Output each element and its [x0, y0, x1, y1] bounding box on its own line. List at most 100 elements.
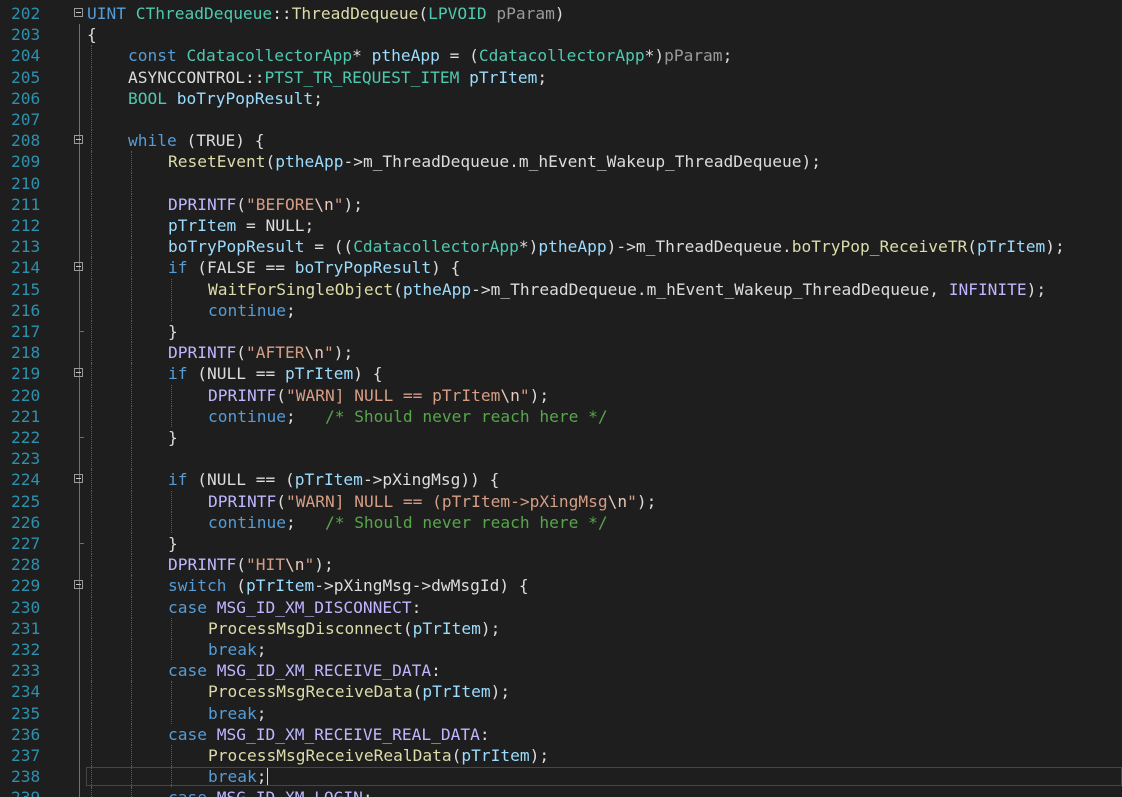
code-line[interactable]: 220 DPRINTF("WARN] NULL == pTrItem\n"); — [0, 384, 1122, 406]
code-line[interactable]: 203 { — [0, 24, 1122, 45]
code-token: " — [304, 555, 315, 575]
indent-guide — [131, 575, 132, 597]
code-line[interactable]: 208 while (TRUE) { — [0, 130, 1122, 152]
code-line[interactable]: 228 DPRINTF("HIT\n"); — [0, 554, 1122, 576]
line-number: 238 — [11, 767, 41, 787]
code-text[interactable]: ProcessMsgReceiveRealData(pTrItem); — [208, 745, 549, 766]
collapse-region-icon[interactable] — [74, 135, 83, 145]
code-line[interactable]: 226 continue; /* Should never reach here … — [0, 511, 1122, 533]
code-line[interactable]: 202 UINT CThreadDequeue::ThreadDequeue(LP… — [0, 3, 1122, 24]
code-text[interactable]: DPRINTF("HIT\n"); — [168, 554, 334, 575]
code-line[interactable]: 231 ProcessMsgDisconnect(pTrItem); — [0, 617, 1122, 639]
code-token: pParam — [664, 46, 723, 66]
code-token: "WARN] NULL == pTrItem — [285, 385, 501, 405]
code-line[interactable]: 222} — [0, 427, 1122, 449]
code-line[interactable]: 206 BOOL boTryPopResult; — [0, 87, 1122, 109]
code-text[interactable]: DPRINTF("AFTER\n"); — [168, 342, 353, 363]
code-text[interactable]: boTryPopResult = ((CdatacollectorApp*)pt… — [168, 236, 1065, 257]
code-text[interactable]: case MSG_ID_XM_DISCONNECT: — [168, 597, 421, 618]
code-line[interactable]: 229 switch (pTrItem->pXingMsg->dwMsgId) { — [0, 575, 1122, 597]
code-line[interactable]: 213 boTryPopResult = ((CdatacollectorApp*… — [0, 236, 1122, 258]
code-line[interactable]: 217} — [0, 321, 1122, 343]
code-line[interactable]: 216 continue; — [0, 299, 1122, 321]
code-text[interactable]: continue; /* Should never reach here */ — [208, 406, 608, 427]
code-text[interactable]: break; — [208, 703, 266, 724]
code-token: CdatacollectorApp — [478, 46, 645, 66]
code-line[interactable]: 237 ProcessMsgReceiveRealData(pTrItem); — [0, 745, 1122, 767]
indent-guide — [131, 257, 132, 279]
line-number: 214 — [11, 258, 41, 278]
collapse-region-icon[interactable] — [74, 368, 83, 378]
code-text[interactable]: UINT CThreadDequeue::ThreadDequeue(LPVOI… — [87, 3, 565, 24]
code-line[interactable]: 236 case MSG_ID_XM_RECEIVE_REAL_DATA: — [0, 723, 1122, 745]
code-line[interactable]: 211 DPRINTF("BEFORE\n"); — [0, 193, 1122, 215]
code-text[interactable]: DPRINTF("WARN] NULL == (pTrItem->pXingMs… — [208, 491, 656, 512]
code-token: ->m_ThreadDequeue.m_hEvent_Wakeup_Thread… — [343, 152, 821, 172]
code-text[interactable]: } — [168, 533, 178, 554]
line-number: 231 — [11, 618, 41, 638]
code-text[interactable]: break; — [208, 766, 266, 787]
code-line[interactable]: 221 continue; /* Should never reach here … — [0, 405, 1122, 427]
code-line[interactable]: 224 if (NULL == (pTrItem->pXingMsg)) { — [0, 469, 1122, 491]
code-text[interactable]: break; — [208, 639, 266, 660]
code-text[interactable]: while (TRUE) { — [128, 130, 264, 151]
code-text[interactable]: BOOL boTryPopResult; — [128, 88, 323, 109]
collapse-region-icon[interactable] — [74, 580, 83, 590]
code-text[interactable]: { — [87, 24, 97, 45]
code-line[interactable]: 215 WaitForSingleObject(ptheApp->m_Thread… — [0, 278, 1122, 300]
code-text[interactable]: DPRINTF("BEFORE\n"); — [168, 194, 363, 215]
code-line[interactable]: 210 — [0, 172, 1122, 194]
code-line[interactable]: 225 DPRINTF("WARN] NULL == (pTrItem->pXin… — [0, 490, 1122, 512]
code-line[interactable]: 214 if (FALSE == boTryPopResult) { — [0, 257, 1122, 279]
code-line[interactable]: 218 DPRINTF("AFTER\n"); — [0, 342, 1122, 364]
code-line[interactable]: 205 ASYNCCONTROL::PTST_TR_REQUEST_ITEM pT… — [0, 66, 1122, 88]
collapse-region-icon[interactable] — [74, 262, 83, 272]
code-text[interactable]: } — [168, 321, 178, 342]
line-number: 223 — [11, 449, 41, 469]
code-line[interactable]: 233 case MSG_ID_XM_RECEIVE_DATA: — [0, 660, 1122, 682]
code-line[interactable]: 234 ProcessMsgReceiveData(pTrItem); — [0, 681, 1122, 703]
code-line[interactable]: 212 pTrItem = NULL; — [0, 215, 1122, 237]
code-text[interactable]: ResetEvent(ptheApp->m_ThreadDequeue.m_hE… — [168, 151, 821, 172]
code-line[interactable]: 204 const CdatacollectorApp* ptheApp = (C… — [0, 45, 1122, 67]
code-text[interactable]: if (NULL == pTrItem) { — [168, 363, 382, 384]
indent-guide — [91, 405, 92, 427]
code-text[interactable]: pTrItem = NULL; — [168, 215, 314, 236]
code-line[interactable]: 219 if (NULL == pTrItem) { — [0, 363, 1122, 385]
code-line[interactable]: 230 case MSG_ID_XM_DISCONNECT: — [0, 596, 1122, 618]
code-text[interactable]: continue; — [208, 300, 296, 321]
code-line[interactable]: 239 case MSG_ID_XM_LOGIN: — [0, 787, 1122, 797]
code-token: ; — [313, 88, 323, 108]
code-editor[interactable]: 202 UINT CThreadDequeue::ThreadDequeue(LP… — [0, 0, 1122, 797]
code-line[interactable]: 209 ResetEvent(ptheApp->m_ThreadDequeue.m… — [0, 151, 1122, 173]
code-text[interactable]: case MSG_ID_XM_RECEIVE_DATA: — [168, 660, 441, 681]
code-text[interactable]: } — [168, 427, 178, 448]
code-text[interactable]: ASYNCCONTROL::PTST_TR_REQUEST_ITEM pTrIt… — [128, 67, 547, 88]
code-line[interactable]: 232 break; — [0, 639, 1122, 661]
code-text[interactable]: case MSG_ID_XM_RECEIVE_REAL_DATA: — [168, 724, 490, 745]
code-text[interactable]: const CdatacollectorApp* ptheApp = (Cdat… — [128, 45, 732, 66]
code-text[interactable]: DPRINTF("WARN] NULL == pTrItem\n"); — [208, 385, 549, 406]
code-line[interactable]: 207 — [0, 109, 1122, 131]
code-line[interactable]: 227} — [0, 533, 1122, 555]
code-text[interactable]: continue; /* Should never reach here */ — [208, 512, 608, 533]
code-token: CThreadDequeue — [135, 4, 273, 23]
code-line[interactable]: 238 break; — [0, 766, 1122, 788]
code-text[interactable]: case MSG_ID_XM_LOGIN: — [168, 787, 373, 797]
code-text[interactable]: ProcessMsgDisconnect(pTrItem); — [208, 618, 500, 639]
code-token: MSG_ID_XM_LOGIN — [217, 788, 363, 797]
code-text[interactable]: ProcessMsgReceiveData(pTrItem); — [208, 681, 510, 702]
code-line[interactable]: 235 break; — [0, 702, 1122, 724]
code-token: ThreadDequeue — [291, 4, 419, 23]
code-text[interactable]: WaitForSingleObject(ptheApp->m_ThreadDeq… — [208, 279, 1046, 300]
code-token: } — [168, 322, 178, 341]
code-token: = (( — [304, 237, 354, 257]
collapse-region-icon[interactable] — [74, 474, 83, 484]
code-text[interactable]: if (NULL == (pTrItem->pXingMsg)) { — [168, 469, 499, 490]
code-text[interactable]: switch (pTrItem->pXingMsg->dwMsgId) { — [168, 575, 529, 596]
code-text[interactable]: if (FALSE == boTryPopResult) { — [168, 257, 460, 278]
collapse-region-icon[interactable] — [74, 8, 83, 17]
code-token: ( — [276, 491, 286, 511]
code-line[interactable]: 223 — [0, 448, 1122, 470]
code-token: ); — [529, 746, 550, 765]
